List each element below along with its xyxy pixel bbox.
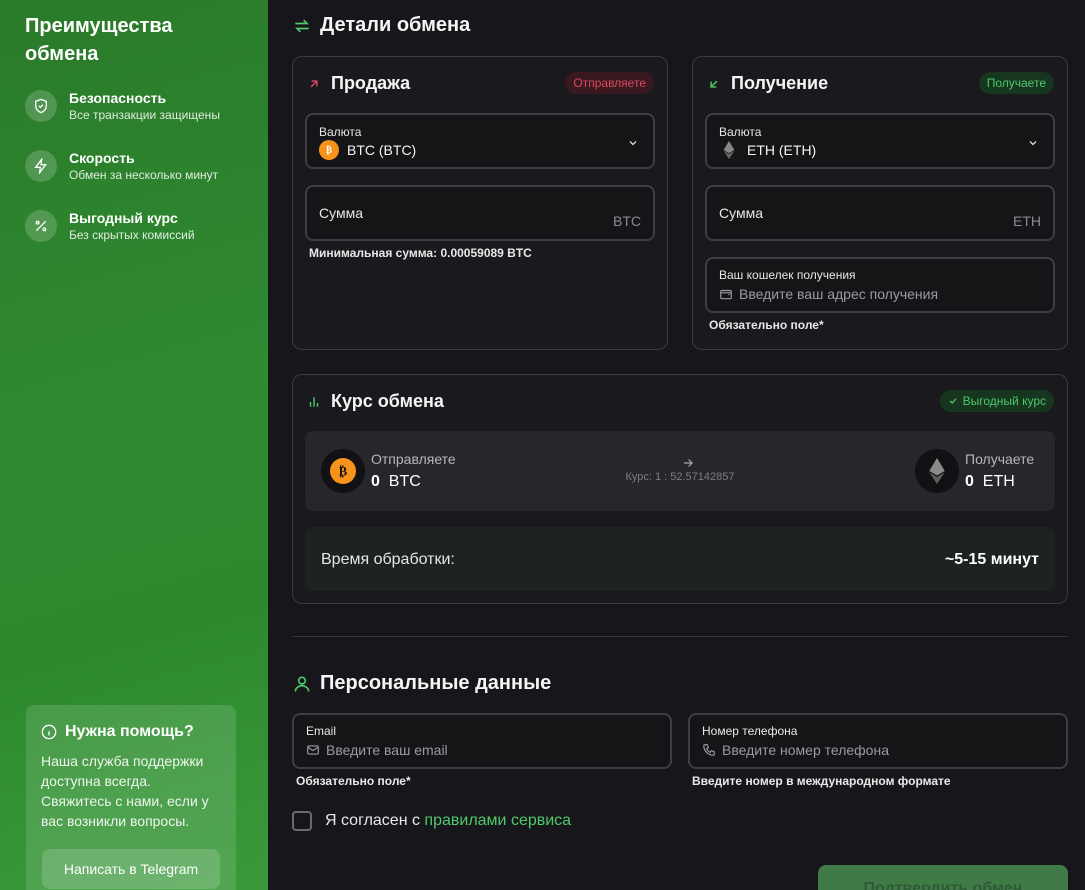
phone-field[interactable]: Номер телефона Введите номер телефона xyxy=(688,713,1068,769)
check-icon xyxy=(949,398,957,404)
required-hint: Обязательно поле* xyxy=(709,318,824,332)
receive-badge: Получаете xyxy=(978,72,1054,94)
phone-placeholder: Введите номер телефона xyxy=(722,742,889,758)
feature-subtitle: Без скрытых комиссий xyxy=(69,228,195,242)
good-rate-badge: Выгодный курс xyxy=(939,390,1054,412)
rules-link[interactable]: правилами сервиса xyxy=(424,812,571,829)
feature-title: Безопасность xyxy=(69,90,167,106)
chevron-down-icon xyxy=(1029,141,1037,146)
min-amount-hint: Минимальная сумма: 0.00059089 BTC xyxy=(309,246,532,260)
bitcoin-icon: ₿ xyxy=(319,140,339,160)
divider xyxy=(292,636,1068,637)
percent-icon xyxy=(25,210,57,242)
field-label: Сумма xyxy=(319,205,363,221)
email-hint: Обязательно поле* xyxy=(296,774,411,788)
field-label: Номер телефона xyxy=(702,724,798,738)
receive-amount: 0 ETH xyxy=(965,473,1015,490)
field-label: Валюта xyxy=(319,125,362,139)
ethereum-icon xyxy=(915,449,959,493)
shield-icon xyxy=(25,90,57,122)
email-placeholder: Введите ваш email xyxy=(326,742,448,758)
wallet-placeholder: Введите ваш адрес получения xyxy=(739,286,939,302)
sell-currency-value: BTC (BTC) xyxy=(347,142,417,158)
agree-checkbox[interactable] xyxy=(292,811,312,831)
field-label: Валюта xyxy=(719,125,762,139)
receive-card: Получение Получаете Валюта ETH (ETH) Сум… xyxy=(692,56,1068,350)
feature-subtitle: Все транзакции защищены xyxy=(69,108,220,122)
sidebar-title: Преимущества обмена xyxy=(25,15,173,65)
feature-speed: Скорость Обмен за несколько минут xyxy=(25,150,218,183)
unit-label: ETH xyxy=(1013,213,1041,229)
telegram-button[interactable]: Написать в Telegram xyxy=(42,849,220,889)
mail-icon xyxy=(307,745,319,755)
info-icon xyxy=(41,724,57,740)
feature-subtitle: Обмен за несколько минут xyxy=(69,168,219,182)
feature-security: Безопасность Все транзакции защищены xyxy=(25,90,220,123)
unit-label: BTC xyxy=(613,213,641,229)
field-label: Сумма xyxy=(719,205,763,221)
rate-card: Курс обмена Выгодный курс ₿ Отправляете … xyxy=(292,374,1068,604)
wallet-icon xyxy=(720,289,732,300)
send-label: Отправляете xyxy=(371,451,456,467)
time-label: Время обработки: xyxy=(321,551,455,568)
time-value: ~5-15 минут xyxy=(944,551,1039,568)
wallet-address-input[interactable]: Ваш кошелек получения Введите ваш адрес … xyxy=(705,257,1055,313)
send-badge: Отправляете xyxy=(565,72,654,94)
phone-icon xyxy=(703,744,715,756)
sell-currency-select[interactable]: Валюта ₿ BTC (BTC) xyxy=(305,113,655,169)
receive-title: Получение xyxy=(731,73,829,93)
phone-hint: Введите номер в международном формате xyxy=(692,774,951,788)
field-label: Ваш кошелек получения xyxy=(719,268,856,282)
user-icon xyxy=(294,676,310,692)
confirm-button[interactable]: Подтвердить обмен xyxy=(818,865,1068,890)
receive-currency-value: ETH (ETH) xyxy=(747,142,817,158)
feature-rate: Выгодный курс Без скрытых комиссий xyxy=(25,210,195,243)
ethereum-icon xyxy=(719,140,739,160)
sell-title: Продажа xyxy=(331,73,411,93)
help-text: Наша служба поддержки доступна всегда. С… xyxy=(41,753,209,829)
arrow-up-right-icon xyxy=(310,79,318,87)
field-label: Email xyxy=(306,724,337,738)
personal-section-title: Персональные данные xyxy=(292,672,551,695)
feature-title: Выгодный курс xyxy=(69,210,178,226)
agree-label: Я согласен с правилами сервиса xyxy=(325,812,572,829)
receive-amount-input[interactable]: Сумма ETH xyxy=(705,185,1055,241)
sell-card: Продажа Отправляете Валюта ₿ BTC (BTC) С… xyxy=(292,56,668,350)
sell-amount-input[interactable]: Сумма BTC xyxy=(305,185,655,241)
email-field[interactable]: Email Введите ваш email xyxy=(292,713,672,769)
lightning-icon xyxy=(25,150,57,182)
bar-chart-icon xyxy=(309,396,319,407)
arrow-down-left-icon xyxy=(710,80,718,88)
exchange-section-title: Детали обмена xyxy=(292,14,470,37)
arrow-right-icon xyxy=(683,459,693,467)
feature-title: Скорость xyxy=(69,150,135,166)
svg-text:₿: ₿ xyxy=(326,145,332,156)
rate-title: Курс обмена xyxy=(331,391,444,411)
help-box: Нужна помощь? Наша служба поддержки дост… xyxy=(26,705,236,890)
processing-time: Время обработки: ~5-15 минут xyxy=(305,527,1055,591)
receive-currency-select[interactable]: Валюта ETH (ETH) xyxy=(705,113,1055,169)
rate-summary: ₿ Отправляете 0 BTC Курс: 1 : 52.5714285… xyxy=(305,431,1055,511)
help-title: Нужна помощь? xyxy=(65,723,194,740)
receive-label: Получаете xyxy=(965,451,1035,467)
chevron-down-icon xyxy=(629,141,637,146)
swap-icon xyxy=(294,19,310,32)
